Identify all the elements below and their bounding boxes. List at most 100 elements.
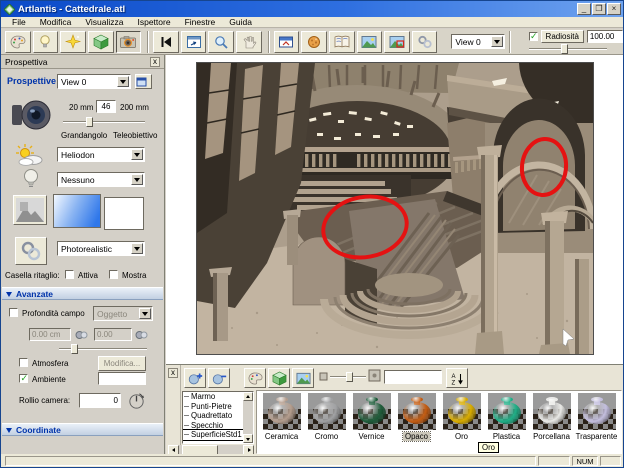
clip-show-checkbox[interactable]	[109, 270, 118, 279]
focal-value-field[interactable]: 46	[96, 100, 116, 113]
objects-mode-button[interactable]	[88, 31, 114, 53]
material-label[interactable]: Cromo	[313, 432, 340, 441]
image-button[interactable]	[357, 31, 383, 53]
zoom-tool-button[interactable]	[208, 31, 234, 53]
material-label[interactable]: Plastica	[491, 432, 522, 441]
lights-mode-button[interactable]	[33, 31, 59, 53]
material-label[interactable]: Opaco	[403, 432, 430, 441]
ambient-checkbox[interactable]	[19, 374, 28, 383]
toolbar-view-combo[interactable]: View 0	[451, 34, 504, 49]
material-opaco[interactable]: Opaco	[394, 393, 439, 453]
scroll-up-icon[interactable]	[243, 392, 253, 401]
background-gradient-preview[interactable]	[53, 194, 101, 228]
material-thumbnail[interactable]	[443, 393, 481, 430]
render-image[interactable]	[197, 63, 593, 354]
material-thumbnail[interactable]	[263, 393, 301, 430]
panel-close-icon[interactable]: x	[150, 57, 160, 67]
title-bar[interactable]: Artlantis - Cattedrale.atl _ ❐ ×	[1, 1, 623, 17]
menu-finestre[interactable]: Finestre	[178, 17, 223, 27]
material-thumbnail[interactable]	[488, 393, 526, 430]
material-thumbnail[interactable]	[533, 393, 571, 430]
clip-active-checkbox[interactable]	[65, 270, 74, 279]
foreground-preview[interactable]	[104, 197, 144, 230]
material-label[interactable]: Porcellana	[531, 432, 572, 441]
sort-az-button[interactable]: AZ	[446, 368, 468, 388]
dof-checkbox[interactable]	[9, 308, 18, 317]
radiosity-checkbox[interactable]	[529, 32, 538, 41]
scroll-down-icon[interactable]	[243, 434, 253, 443]
material-thumbnail[interactable]	[398, 393, 436, 430]
picker-icon[interactable]	[135, 330, 148, 340]
dof-mode-combo[interactable]: Oggetto	[93, 306, 153, 321]
view-combo[interactable]: View 0	[57, 74, 131, 89]
effects-mode-button[interactable]	[60, 31, 86, 53]
menu-visualizza[interactable]: Visualizza	[78, 17, 130, 27]
chevron-down-icon[interactable]	[139, 308, 151, 319]
browser-objects-button[interactable]	[268, 368, 290, 388]
menu-guida[interactable]: Guida	[222, 17, 259, 27]
menu-ispettore[interactable]: Ispettore	[130, 17, 177, 27]
material-label[interactable]: Trasparente	[574, 432, 620, 441]
render-button[interactable]	[301, 31, 327, 53]
material-cromo[interactable]: Cromo	[304, 393, 349, 453]
minimize-button[interactable]: _	[577, 3, 591, 15]
remove-material-button[interactable]	[208, 368, 230, 388]
dof-slider[interactable]	[59, 343, 147, 354]
camera-roll-field[interactable]: 0	[79, 393, 121, 408]
focal-slider[interactable]	[63, 116, 145, 127]
thumb-size-slider[interactable]	[330, 371, 366, 382]
chevron-down-icon[interactable]	[131, 174, 143, 185]
catalog-button[interactable]	[329, 31, 355, 53]
panel-header[interactable]: Prospettiva x	[1, 55, 164, 69]
material-vernice[interactable]: Vernice	[349, 393, 394, 453]
background-button[interactable]	[13, 195, 47, 225]
render-engine-button[interactable]	[15, 237, 47, 265]
lights-combo[interactable]: Nessuno	[57, 172, 145, 187]
tree-item[interactable]: Marmo	[183, 392, 243, 402]
view-list-button[interactable]	[135, 74, 152, 89]
material-trasparente[interactable]: Trasparente	[574, 393, 619, 453]
radiosity-value-field[interactable]: 100.00	[587, 30, 623, 43]
tree-item[interactable]: Quadrettato	[183, 411, 243, 421]
tree-vertical-scrollbar[interactable]	[243, 392, 253, 443]
dof-near-field[interactable]: 0.00 cm	[29, 328, 71, 341]
modify-button[interactable]: Modifica...	[98, 356, 146, 371]
atmosphere-checkbox[interactable]	[19, 358, 28, 367]
chevron-down-icon[interactable]	[131, 243, 143, 254]
close-button[interactable]: ×	[607, 3, 621, 15]
material-label[interactable]: Ceramica	[263, 432, 300, 441]
material-thumbnail[interactable]	[308, 393, 346, 430]
fit-view-button[interactable]	[181, 31, 207, 53]
preview-window-button[interactable]	[274, 31, 300, 53]
material-ceramica[interactable]: Ceramica	[259, 393, 304, 453]
heliodon-combo[interactable]: Heliodon	[57, 147, 145, 162]
add-material-button[interactable]	[184, 368, 206, 388]
material-porcellana[interactable]: Porcellana	[529, 393, 574, 453]
chevron-down-icon[interactable]	[131, 149, 143, 160]
dof-far-field[interactable]: 0.00	[94, 328, 132, 341]
go-start-button[interactable]	[153, 31, 179, 53]
roll-dial-icon[interactable]	[127, 391, 146, 410]
browser-close-icon[interactable]: x	[168, 368, 178, 378]
material-thumbnail[interactable]	[578, 393, 616, 430]
maximize-button[interactable]: ❐	[592, 3, 606, 15]
render-engine-combo[interactable]: Photorealistic	[57, 241, 145, 256]
tree-item[interactable]: Specchio	[183, 421, 243, 431]
materials-mode-button[interactable]	[5, 31, 31, 53]
pan-tool-button[interactable]	[236, 31, 262, 53]
material-search-field[interactable]	[384, 370, 442, 384]
radiosity-button[interactable]: Radiosità	[541, 30, 584, 43]
radiosity-slider[interactable]	[529, 43, 607, 54]
browser-materials-button[interactable]	[244, 368, 266, 388]
image-edit-button[interactable]	[384, 31, 410, 53]
tree-item[interactable]: Punti-Pietre	[183, 402, 243, 412]
advanced-section-header[interactable]: Avanzate	[2, 287, 163, 300]
perspective-mode-button[interactable]	[116, 31, 142, 53]
link-button[interactable]	[412, 31, 438, 53]
material-label[interactable]: Vernice	[356, 432, 386, 441]
tree-item[interactable]: SuperficieStd1	[183, 430, 243, 440]
browser-images-button[interactable]	[292, 368, 314, 388]
coordinates-section-header[interactable]: Coordinate	[2, 423, 163, 436]
material-label[interactable]: Oro	[453, 432, 470, 441]
ambient-field[interactable]	[98, 372, 146, 385]
